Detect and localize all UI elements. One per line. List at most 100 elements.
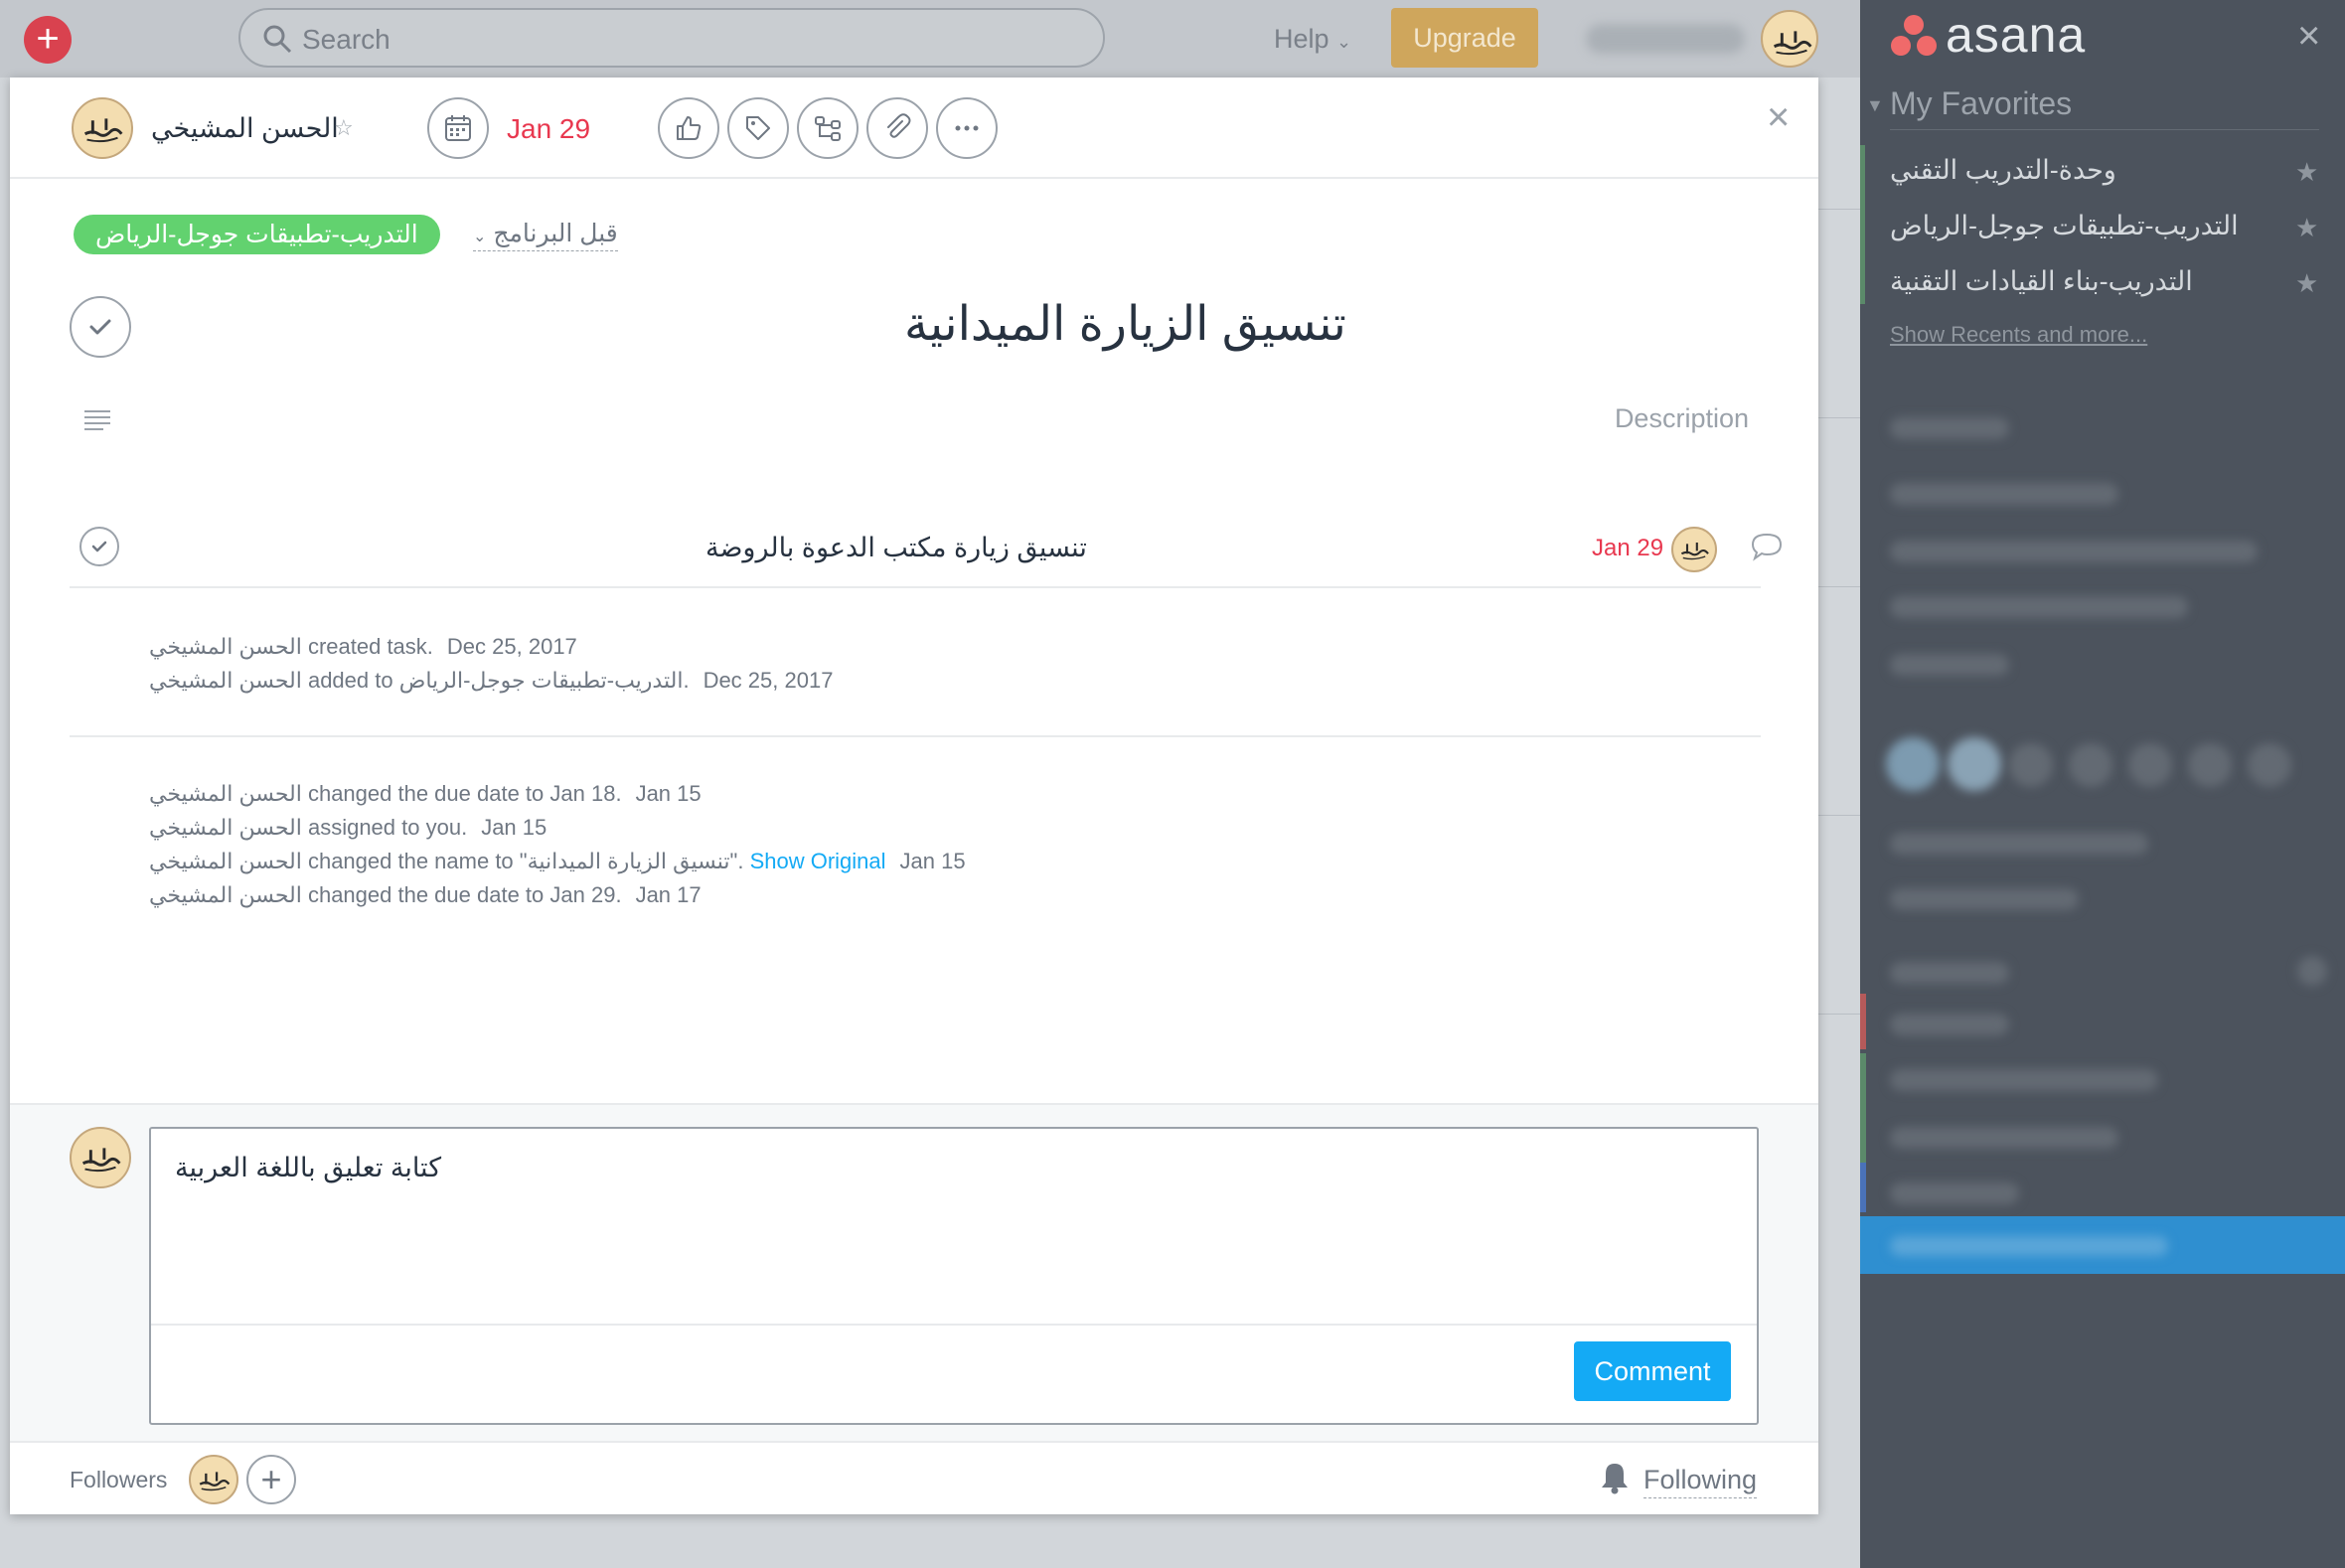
comment-button[interactable]: Comment bbox=[1574, 1341, 1731, 1401]
story-target[interactable]: التدريب-تطبيقات جوجل-الرياض bbox=[399, 668, 684, 693]
project-tag[interactable]: التدريب-تطبيقات جوجل-الرياض bbox=[74, 215, 440, 254]
blurred-avatar bbox=[2188, 743, 2232, 787]
blurred-item bbox=[2297, 956, 2327, 986]
story-item: الحسن المشيخي changed the due date to Ja… bbox=[149, 781, 702, 807]
check-icon bbox=[89, 319, 111, 335]
calligraphy-avatar-icon bbox=[81, 1148, 121, 1173]
help-label: Help bbox=[1274, 24, 1329, 54]
paperclip-icon bbox=[887, 113, 911, 138]
section-dropdown[interactable]: قبل البرنامج ⌄ bbox=[473, 219, 618, 251]
attachment-button[interactable] bbox=[866, 97, 928, 159]
task-title[interactable]: تنسيق الزيارة الميدانية bbox=[904, 296, 1749, 352]
story-actor[interactable]: الحسن المشيخي bbox=[149, 882, 302, 907]
story-item: الحسن المشيخي changed the due date to Ja… bbox=[149, 882, 702, 908]
divider bbox=[151, 1324, 1757, 1326]
story-date: Dec 25, 2017 bbox=[446, 634, 577, 659]
divider bbox=[10, 177, 1818, 179]
calligraphy-avatar-icon bbox=[1680, 543, 1709, 560]
subtask-due-date[interactable]: Jan 29 bbox=[1592, 535, 1663, 562]
subtask-icon bbox=[815, 116, 841, 141]
story-action: assigned to you. bbox=[301, 815, 468, 840]
sidebar-favorite-1[interactable]: وحدة-التدريب التقني bbox=[1890, 155, 2317, 195]
search-input[interactable]: Search bbox=[238, 8, 1105, 68]
blurred-avatar bbox=[2009, 743, 2053, 787]
story-action: changed the due date to Jan 18. bbox=[301, 781, 622, 806]
blurred-item bbox=[1890, 417, 2009, 439]
pin-icon[interactable]: ☆ bbox=[334, 115, 354, 141]
assignee-avatar[interactable] bbox=[72, 97, 133, 159]
subtask-name[interactable]: تنسيق زيارة مكتب الدعوة بالروضة bbox=[705, 533, 1580, 563]
assignee-name[interactable]: الحسن المشيخي bbox=[151, 113, 339, 144]
story-item: الحسن المشيخي created task. Dec 25, 2017 bbox=[149, 634, 577, 660]
account-avatar[interactable] bbox=[1761, 10, 1818, 68]
collapse-chevron-icon[interactable]: ▼ bbox=[1866, 95, 1884, 116]
show-original-link[interactable]: Show Original bbox=[750, 849, 886, 873]
follower-avatar[interactable] bbox=[189, 1455, 238, 1504]
like-button[interactable] bbox=[658, 97, 719, 159]
help-menu[interactable]: Help ⌄ bbox=[1274, 24, 1351, 55]
description-icon bbox=[84, 410, 110, 430]
followers-label: Followers bbox=[70, 1467, 168, 1492]
star-icon[interactable]: ★ bbox=[2295, 268, 2318, 299]
comment-bubble-icon[interactable] bbox=[1749, 531, 1785, 564]
section-label: قبل البرنامج bbox=[493, 220, 618, 247]
story-date: Dec 25, 2017 bbox=[703, 668, 834, 693]
subtask-complete-button[interactable] bbox=[79, 527, 119, 566]
plus-icon: + bbox=[260, 1459, 282, 1499]
story-actor[interactable]: الحسن المشيخي bbox=[149, 781, 302, 806]
asana-logo-icon bbox=[1891, 15, 1937, 56]
blurred-item bbox=[1890, 888, 2079, 910]
story-action: added to bbox=[301, 668, 399, 693]
following-toggle[interactable]: Following bbox=[1643, 1465, 1758, 1498]
due-date-button[interactable] bbox=[427, 97, 489, 159]
story-action: changed the name to " bbox=[301, 849, 528, 873]
story-actor[interactable]: الحسن المشيخي bbox=[149, 668, 302, 693]
bell-icon[interactable] bbox=[1600, 1461, 1630, 1494]
blurred-item bbox=[1890, 962, 2009, 984]
add-follower-button[interactable]: + bbox=[246, 1455, 296, 1504]
sidebar-favorite-3[interactable]: التدريب-بناء القيادات التقنية bbox=[1890, 266, 2317, 306]
sidebar: asana × ▼ My Favorites وحدة-التدريب التق… bbox=[1860, 0, 2345, 1568]
blurred-avatar bbox=[2128, 743, 2172, 787]
subtask-assignee-avatar[interactable] bbox=[1671, 527, 1717, 572]
story-item: الحسن المشيخي changed the name to "تنسيق… bbox=[149, 849, 966, 874]
star-icon[interactable]: ★ bbox=[2295, 157, 2318, 188]
story-actor[interactable]: الحسن المشيخي bbox=[149, 849, 302, 873]
comment-input[interactable]: كتابة تعليق باللغة العربية Comment bbox=[149, 1127, 1759, 1425]
chevron-down-icon: ⌄ bbox=[473, 229, 487, 245]
story-suffix: . bbox=[683, 668, 690, 693]
story-actor[interactable]: الحسن المشيخي bbox=[149, 815, 302, 840]
blurred-item bbox=[1890, 1014, 2009, 1035]
show-recents-link[interactable]: Show Recents and more... bbox=[1890, 322, 2147, 348]
sidebar-close-icon[interactable]: × bbox=[2297, 14, 2320, 59]
tag-button[interactable] bbox=[727, 97, 789, 159]
story-date: Jan 15 bbox=[635, 781, 702, 806]
more-icon bbox=[955, 125, 979, 131]
description-field[interactable]: Description bbox=[1351, 403, 1749, 434]
upgrade-button[interactable]: Upgrade bbox=[1391, 8, 1538, 68]
color-bar bbox=[1860, 1053, 1866, 1163]
story-target: تنسيق الزيارة الميدانية bbox=[527, 849, 730, 873]
mark-complete-button[interactable] bbox=[70, 296, 131, 358]
blurred-avatar bbox=[2069, 743, 2112, 787]
blurred-item bbox=[1890, 833, 2148, 855]
favorites-color-bar bbox=[1860, 145, 1865, 304]
check-icon bbox=[91, 541, 107, 552]
blurred-item bbox=[1890, 483, 2118, 505]
due-date-label[interactable]: Jan 29 bbox=[507, 113, 590, 145]
blurred-item bbox=[1890, 654, 2009, 676]
more-actions-button[interactable] bbox=[936, 97, 998, 159]
subtask-button[interactable] bbox=[797, 97, 859, 159]
comment-composer: كتابة تعليق باللغة العربية Comment bbox=[10, 1103, 1818, 1443]
divider bbox=[70, 735, 1761, 737]
favorites-header[interactable]: My Favorites bbox=[1890, 85, 2072, 122]
sidebar-favorite-2[interactable]: التدريب-تطبيقات جوجل-الرياض bbox=[1890, 211, 2317, 250]
close-icon[interactable]: × bbox=[1767, 95, 1790, 140]
story-actor[interactable]: الحسن المشيخي bbox=[149, 634, 302, 659]
asana-wordmark: asana bbox=[1946, 7, 2087, 63]
star-icon[interactable]: ★ bbox=[2295, 213, 2318, 243]
color-bar bbox=[1860, 994, 1866, 1049]
chevron-down-icon: ⌄ bbox=[1336, 32, 1352, 52]
quick-add-button[interactable]: + bbox=[24, 16, 72, 64]
comment-input-text[interactable]: كتابة تعليق باللغة العربية bbox=[175, 1153, 1735, 1183]
